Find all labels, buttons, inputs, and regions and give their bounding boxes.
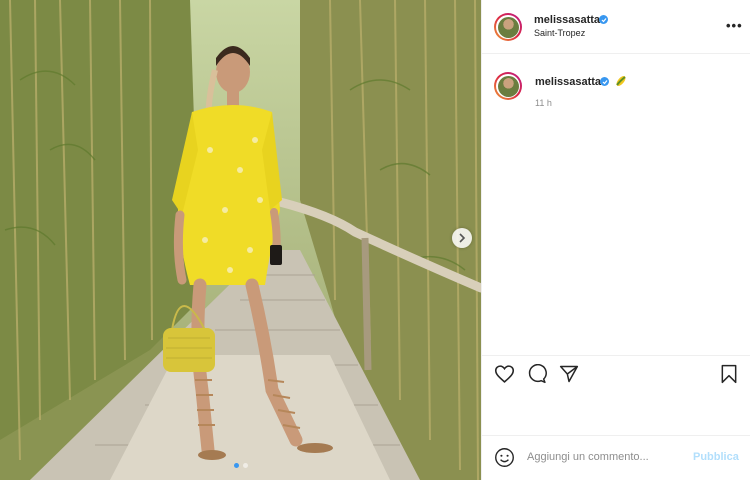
paper-plane-icon <box>559 365 579 383</box>
post-actions <box>482 355 750 395</box>
chevron-right-icon <box>459 233 466 243</box>
heart-icon <box>494 365 515 383</box>
bookmark-icon <box>721 364 737 384</box>
post-photo[interactable] <box>0 0 481 480</box>
photo-illustration <box>0 0 481 480</box>
like-button[interactable] <box>494 364 515 389</box>
more-options-icon[interactable]: ••• <box>726 18 743 33</box>
carousel-dot-active <box>233 463 239 468</box>
avatar[interactable] <box>494 13 522 41</box>
smiley-icon <box>495 448 514 467</box>
verified-badge-icon <box>599 15 608 24</box>
caption-username[interactable]: melissasatta <box>535 76 601 88</box>
caption-avatar[interactable] <box>494 72 522 100</box>
carousel-next-button[interactable] <box>452 228 472 248</box>
verified-badge-icon <box>600 77 609 86</box>
carousel-dots <box>0 463 481 468</box>
post-time: 11 h <box>535 98 552 108</box>
comment-button[interactable] <box>527 363 547 389</box>
post-header: melissasatta Saint-Tropez ••• <box>482 0 750 54</box>
share-button[interactable] <box>559 364 579 389</box>
emoji-picker-button[interactable] <box>494 447 515 473</box>
publish-button[interactable]: Pubblica <box>693 451 739 463</box>
comment-bar: Aggiungi un commento... Pubblica <box>482 435 750 480</box>
carousel-dot <box>242 463 248 468</box>
post-side-panel: melissasatta Saint-Tropez ••• melissasat… <box>481 0 750 480</box>
comment-input[interactable]: Aggiungi un commento... <box>527 451 649 463</box>
comment-icon <box>528 363 547 384</box>
save-button[interactable] <box>720 364 738 389</box>
corn-emoji <box>614 74 628 93</box>
post-username[interactable]: melissasatta <box>534 14 600 26</box>
post-location[interactable]: Saint-Tropez <box>534 28 585 38</box>
